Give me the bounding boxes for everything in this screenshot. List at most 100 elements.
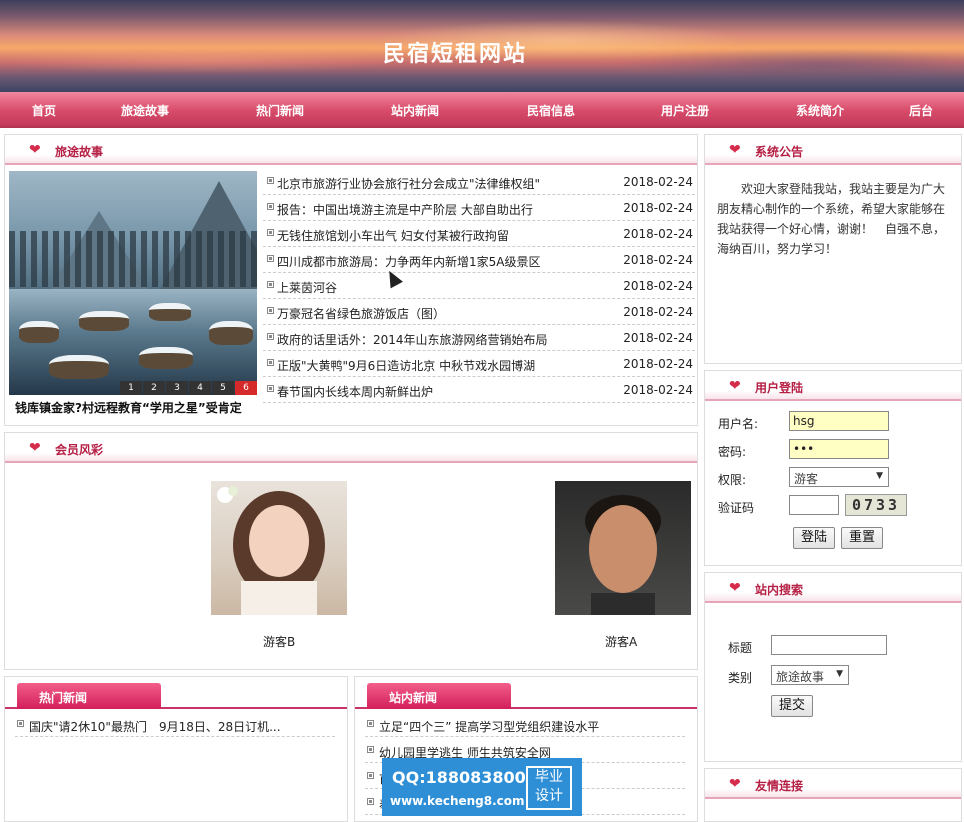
member-photo[interactable] <box>555 481 691 615</box>
bullet-icon <box>267 203 274 210</box>
nav-home[interactable]: 首页 <box>32 102 56 119</box>
heart-icon: ❤ <box>729 776 741 792</box>
news-title[interactable]: 国庆"请2休10"最热门 9月18日、28日订机... <box>29 718 281 735</box>
slide-button[interactable]: 2 <box>143 381 165 395</box>
search-panel: ❤ 站内搜索 标题 类别 旅途故事 ▼ 提交 <box>704 572 962 762</box>
bullet-icon <box>367 746 374 753</box>
role-selected: 游客 <box>794 472 819 486</box>
captcha-input[interactable] <box>789 495 839 515</box>
list-item[interactable]: 报告：中国出境游主流是中产阶层 大部自助出行 2018-02-24 <box>263 195 695 221</box>
list-item[interactable]: 立足“四个三” 提高学习型党组织建设水平 <box>365 711 685 737</box>
heart-icon: ❤ <box>729 580 741 596</box>
news-title[interactable]: 正版"大黄鸭"9月6日造访北京 中秋节戏水园博湖 <box>277 357 617 374</box>
travel-stories-header: ❤ 旅途故事 <box>5 135 697 165</box>
notice-header: ❤ 系统公告 <box>705 135 961 165</box>
tab-hot-news[interactable]: 热门新闻 <box>17 683 161 709</box>
member-name[interactable]: 游客B <box>263 633 295 650</box>
rock-shape <box>79 311 129 331</box>
list-item[interactable]: 春节国内长线本周内新鲜出炉 2018-02-24 <box>263 377 695 403</box>
list-item[interactable]: 北京市旅游行业协会旅行社分会成立"法律维权组" 2018-02-24 <box>263 169 695 195</box>
travel-stories-panel: ❤ 旅途故事 1 2 3 4 5 6 钱库镇金家?村远程教育“学用之星”受肯定 … <box>4 134 698 426</box>
news-title[interactable]: 万豪冠名省绿色旅游饭店（图） <box>277 305 617 322</box>
login-title: 用户登陆 <box>755 381 804 395</box>
members-header: ❤ 会员风彩 <box>5 433 697 463</box>
list-item[interactable]: 正版"大黄鸭"9月6日造访北京 中秋节戏水园博湖 2018-02-24 <box>263 351 695 377</box>
search-title-input[interactable] <box>771 635 887 655</box>
news-title[interactable]: 四川成都市旅游局：力争两年内新增1家5A级景区 <box>277 253 617 270</box>
news-title[interactable]: 上莱茵河谷 <box>277 279 617 296</box>
slide-button[interactable]: 3 <box>166 381 188 395</box>
slide-pager: 1 2 3 4 5 6 <box>119 381 257 395</box>
list-item[interactable]: 四川成都市旅游局：力争两年内新增1家5A级景区 2018-02-24 <box>263 247 695 273</box>
password-input[interactable] <box>789 439 889 459</box>
nav-admin[interactable]: 后台 <box>909 102 933 119</box>
member-name[interactable]: 游客A <box>605 633 637 650</box>
nav-travel-stories[interactable]: 旅途故事 <box>121 102 169 119</box>
site-title: 民宿短租网站 <box>382 41 527 67</box>
links-panel: ❤ 友情连接 <box>704 768 962 822</box>
members-panel: ❤ 会员风彩 游客B 游客A <box>4 432 698 670</box>
watermark: QQ:188083800 www.kecheng8.com 毕业 设计 <box>382 758 582 816</box>
nav-homestay-info[interactable]: 民宿信息 <box>527 102 575 119</box>
chevron-down-icon: ▼ <box>836 669 843 679</box>
notice-panel: ❤ 系统公告 欢迎大家登陆我站，我站主要是为广大朋友精心制作的一个系统，希望大家… <box>704 134 962 364</box>
username-label: 用户名: <box>718 417 759 431</box>
list-item[interactable]: 政府的话里话外：2014年山东旅游网络营销始布局 2018-02-24 <box>263 325 695 351</box>
slide-button[interactable]: 4 <box>189 381 211 395</box>
password-label: 密码: <box>718 445 747 459</box>
login-header: ❤ 用户登陆 <box>705 371 961 401</box>
rock-shape <box>19 321 59 343</box>
search-header: ❤ 站内搜索 <box>705 573 961 603</box>
search-submit-button[interactable]: 提交 <box>771 695 813 717</box>
nav-hot-news[interactable]: 热门新闻 <box>256 102 304 119</box>
news-title[interactable]: 政府的话里话外：2014年山东旅游网络营销始布局 <box>277 331 617 348</box>
news-date: 2018-02-24 <box>623 305 693 319</box>
bullet-icon <box>367 720 374 727</box>
chevron-down-icon: ▼ <box>876 471 883 481</box>
list-item[interactable]: 无钱住旅馆划小车出气 妇女付某被行政拘留 2018-02-24 <box>263 221 695 247</box>
username-input[interactable] <box>789 411 889 431</box>
list-item[interactable]: 万豪冠名省绿色旅游饭店（图） 2018-02-24 <box>263 299 695 325</box>
rock-shape <box>149 303 191 321</box>
hot-news-tabbar: 热门新闻 <box>5 677 347 709</box>
watermark-qq: QQ:188083800 <box>392 768 526 787</box>
slide-button[interactable]: 1 <box>120 381 142 395</box>
hot-news-panel: 热门新闻 国庆"请2休10"最热门 9月18日、28日订机... <box>4 676 348 822</box>
reset-button[interactable]: 重置 <box>841 527 883 549</box>
list-item[interactable]: 国庆"请2休10"最热门 9月18日、28日订机... <box>15 711 335 737</box>
slideshow-image[interactable]: 1 2 3 4 5 6 <box>9 171 257 395</box>
slide-button-active[interactable]: 6 <box>235 381 257 395</box>
role-select[interactable]: 游客 ▼ <box>789 467 889 487</box>
list-item[interactable]: 上莱茵河谷 2018-02-24 <box>263 273 695 299</box>
nav-about[interactable]: 系统简介 <box>796 102 844 119</box>
search-title-label: 标题 <box>728 641 753 655</box>
heart-icon: ❤ <box>729 378 741 394</box>
nav-site-news[interactable]: 站内新闻 <box>391 102 439 119</box>
news-title[interactable]: 北京市旅游行业协会旅行社分会成立"法律维权组" <box>277 175 617 192</box>
login-button[interactable]: 登陆 <box>793 527 835 549</box>
captcha-image[interactable]: 0733 <box>845 494 907 516</box>
slide-button[interactable]: 5 <box>212 381 234 395</box>
tab-site-news[interactable]: 站内新闻 <box>367 683 511 709</box>
nav-register[interactable]: 用户注册 <box>661 102 709 119</box>
bullet-icon <box>267 307 274 314</box>
news-date: 2018-02-24 <box>623 279 693 293</box>
search-title: 站内搜索 <box>755 583 804 597</box>
search-category-select[interactable]: 旅途故事 ▼ <box>771 665 849 685</box>
news-date: 2018-02-24 <box>623 331 693 345</box>
news-title[interactable]: 立足“四个三” 提高学习型党组织建设水平 <box>379 718 599 735</box>
rock-shape <box>139 347 193 369</box>
news-title[interactable]: 无钱住旅馆划小车出气 妇女付某被行政拘留 <box>277 227 617 244</box>
slide-caption[interactable]: 钱库镇金家?村远程教育“学用之星”受肯定 <box>15 399 242 416</box>
bullet-icon <box>17 720 24 727</box>
heart-icon: ❤ <box>729 142 741 158</box>
news-title[interactable]: 报告：中国出境游主流是中产阶层 大部自助出行 <box>277 201 617 218</box>
tab-label: 站内新闻 <box>389 691 438 705</box>
news-title[interactable]: 春节国内长线本周内新鲜出炉 <box>277 383 617 400</box>
bullet-icon <box>267 333 274 340</box>
member-photo[interactable] <box>211 481 347 615</box>
login-panel: ❤ 用户登陆 用户名: 密码: 权限: 游客 ▼ 验证码 0733 登陆 重置 <box>704 370 962 566</box>
watermark-badge: 毕业 设计 <box>526 766 572 810</box>
links-header: ❤ 友情连接 <box>705 769 961 799</box>
members-title: 会员风彩 <box>55 443 104 457</box>
